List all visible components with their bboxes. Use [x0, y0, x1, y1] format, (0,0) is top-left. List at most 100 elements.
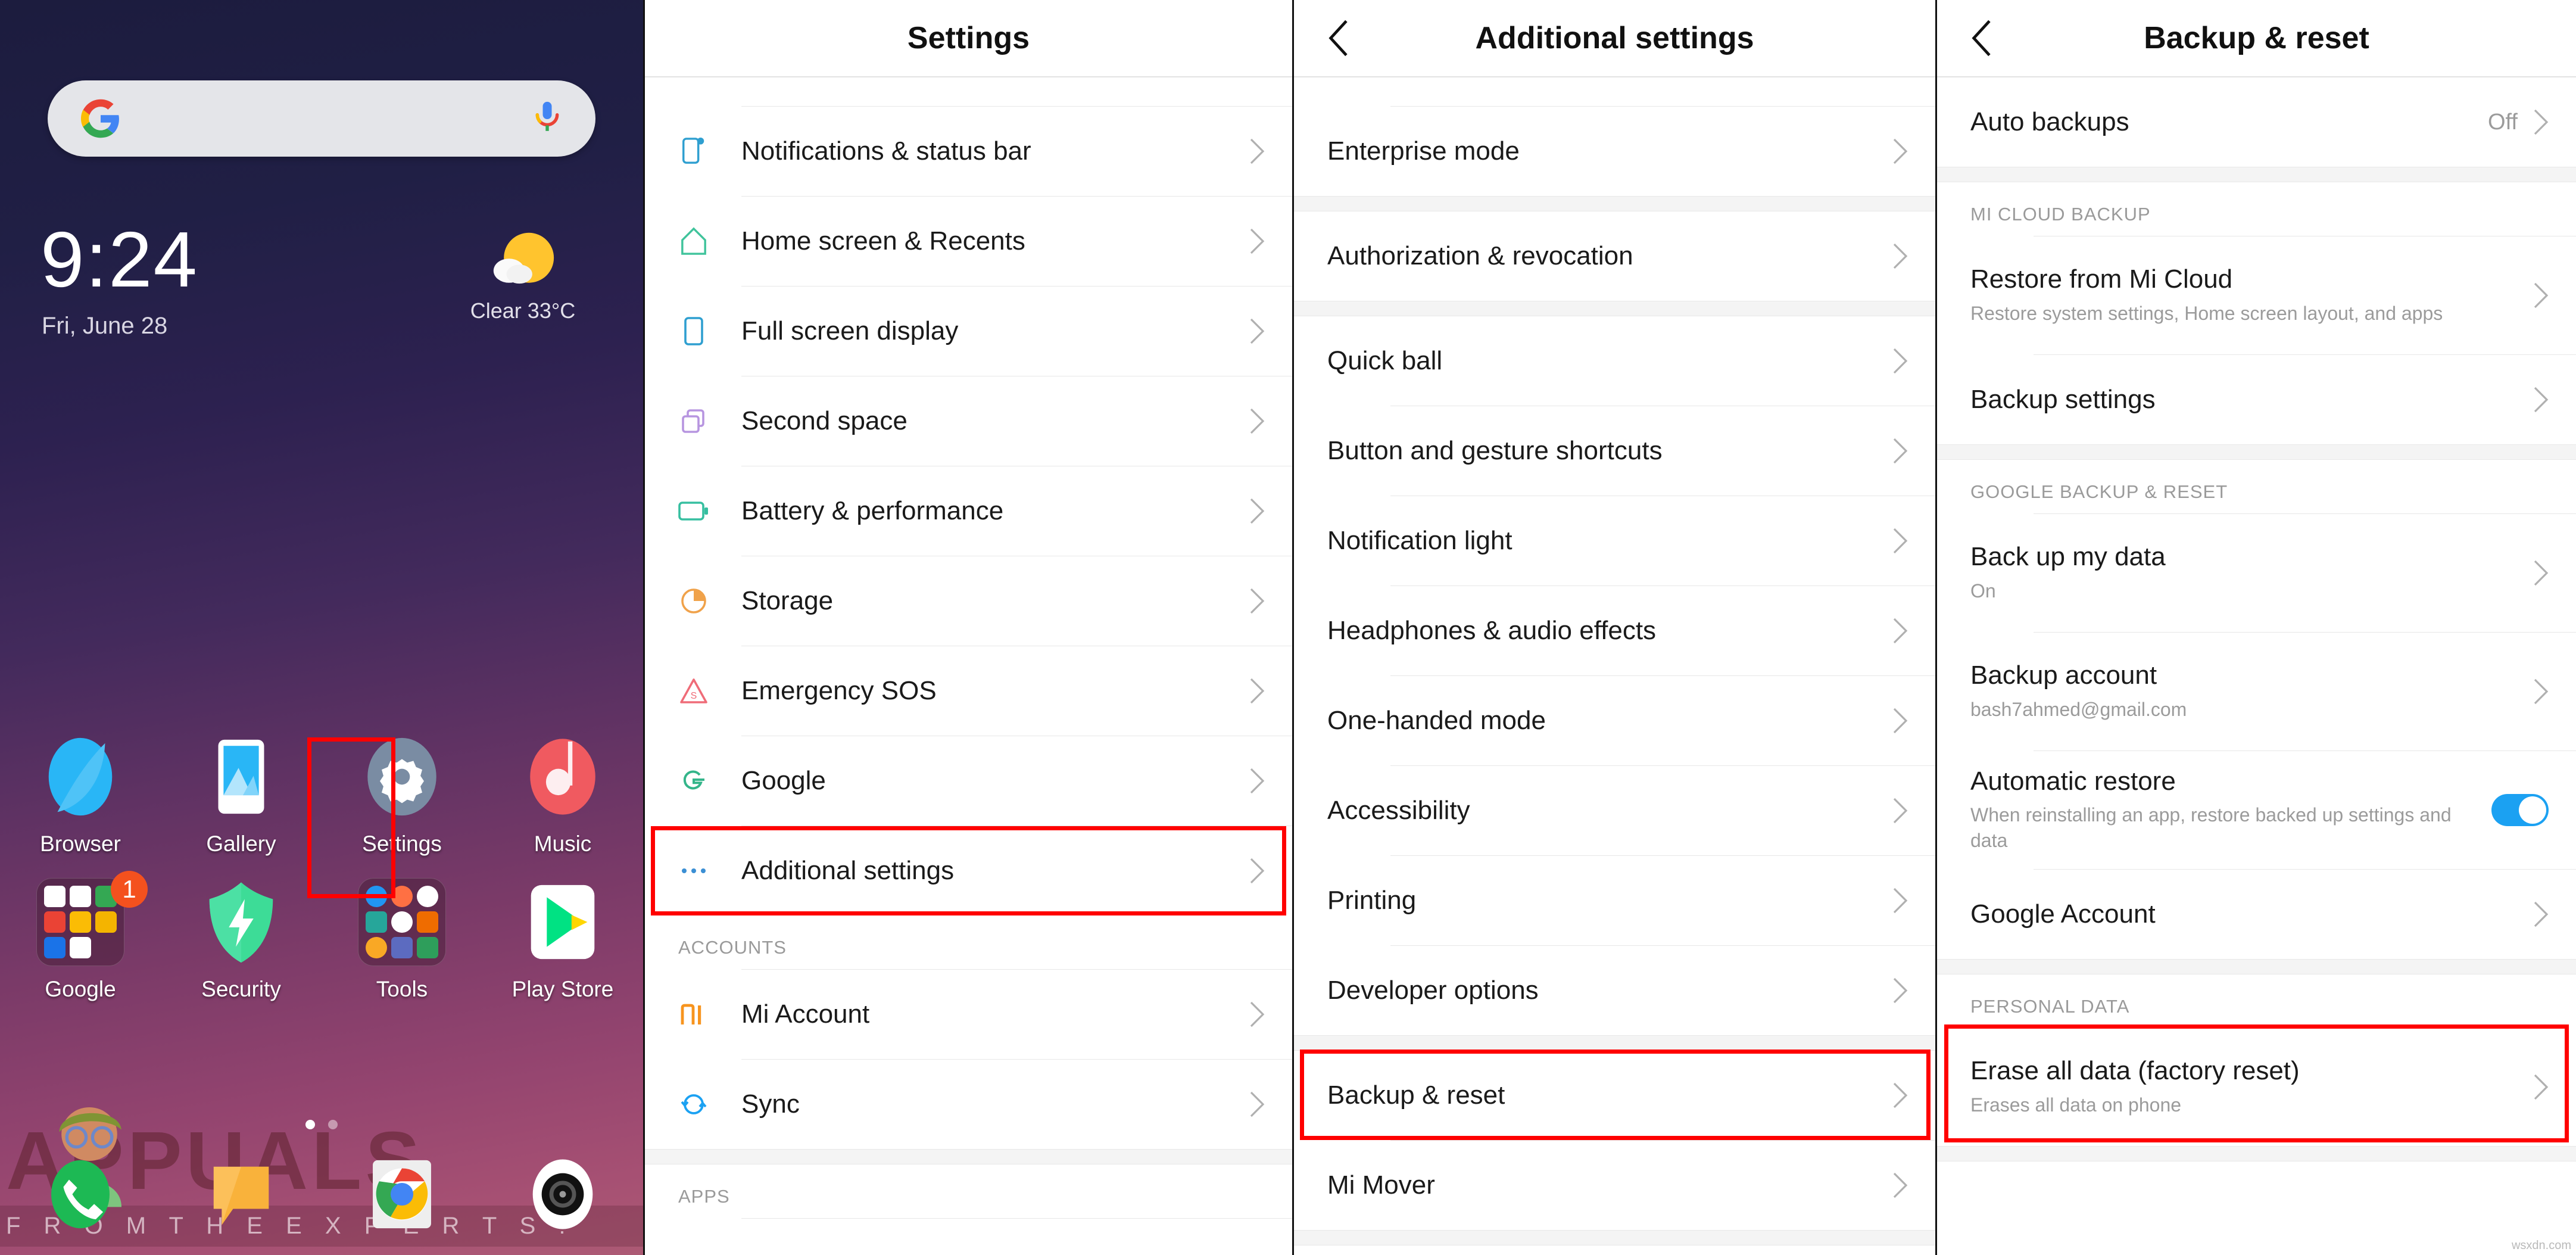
- row-button-gesture-shortcuts[interactable]: Button and gesture shortcuts: [1294, 406, 1935, 496]
- app-browser[interactable]: Browser: [0, 733, 161, 857]
- home-icon: [678, 226, 709, 257]
- row-label: Backup account: [1970, 661, 2157, 690]
- row-mi-mover[interactable]: Mi Mover: [1294, 1141, 1935, 1230]
- row-sublabel: bash7ahmed@gmail.com: [1970, 698, 2187, 720]
- page-indicator[interactable]: [0, 1120, 643, 1132]
- app-label: Browser: [40, 832, 121, 856]
- row-back-up-my-data[interactable]: Back up my data On: [1937, 514, 2576, 632]
- music-note-icon: [519, 733, 607, 821]
- row-quick-ball[interactable]: Quick ball: [1294, 316, 1935, 406]
- sidebar-item-emergency-sos[interactable]: S Emergency SOS: [645, 646, 1292, 736]
- sidebar-item-home-screen[interactable]: Home screen & Recents: [645, 197, 1292, 286]
- row-label: Erase all data (factory reset): [1970, 1056, 2300, 1086]
- notifications-icon: [678, 136, 709, 167]
- sidebar-item-sync[interactable]: Sync: [645, 1060, 1292, 1149]
- row-value: Off: [2488, 109, 2518, 135]
- google-mic-icon[interactable]: [532, 99, 562, 138]
- automatic-restore-toggle[interactable]: [2491, 794, 2549, 826]
- gallery-icon: [197, 733, 285, 821]
- row-developer-options[interactable]: Developer options: [1294, 946, 1935, 1035]
- back-chevron-icon[interactable]: [1327, 20, 1351, 57]
- app-play-store[interactable]: Play Store: [482, 878, 643, 1002]
- second-space-icon: [678, 406, 709, 437]
- chevron-right-icon: [2534, 678, 2549, 705]
- camera-icon[interactable]: [522, 1154, 603, 1235]
- row-backup-reset[interactable]: Backup & reset: [1294, 1051, 1935, 1140]
- row-restore-from-mi-cloud[interactable]: Restore from Mi Cloud Restore system set…: [1937, 236, 2576, 354]
- row-authorization-revocation[interactable]: Authorization & revocation: [1294, 211, 1935, 301]
- home-screen-panel: 9:24 Fri, June 28 Clear 33°C Browser Gal…: [0, 0, 643, 1255]
- page-dot-active[interactable]: [305, 1120, 315, 1129]
- row-label: One-handed mode: [1327, 705, 1546, 735]
- row-divider: [741, 1218, 1292, 1219]
- section-gap: [1294, 196, 1935, 211]
- row-label: Mi Mover: [1327, 1170, 1435, 1200]
- row-sublabel: Restore system settings, Home screen lay…: [1970, 302, 2443, 324]
- sun-behind-cloud-icon: [493, 232, 554, 284]
- backup-reset-list: Auto backups Off MI CLOUD BACKUP Restore…: [1937, 77, 2576, 1161]
- sidebar-item-additional-settings[interactable]: Additional settings: [645, 826, 1292, 915]
- google-g-icon: [678, 765, 709, 796]
- row-label: Automatic restore: [1970, 766, 2176, 796]
- row-printing[interactable]: Printing: [1294, 856, 1935, 945]
- phone-icon[interactable]: [40, 1154, 121, 1235]
- more-dots-icon: [678, 855, 709, 886]
- emergency-sos-icon: S: [678, 675, 709, 706]
- app-music[interactable]: Music: [482, 733, 643, 857]
- sidebar-item-mi-account[interactable]: Mi Account: [645, 970, 1292, 1059]
- storage-icon: [678, 586, 709, 616]
- chevron-right-icon: [1250, 858, 1265, 884]
- chevron-right-icon: [1250, 228, 1265, 254]
- app-google-folder[interactable]: 1 Google: [0, 871, 161, 1002]
- app-settings[interactable]: Settings: [322, 733, 482, 857]
- row-auto-backups[interactable]: Auto backups Off: [1937, 77, 2576, 167]
- row-one-handed-mode[interactable]: One-handed mode: [1294, 676, 1935, 765]
- sidebar-item-full-screen[interactable]: Full screen display: [645, 286, 1292, 376]
- battery-icon: [678, 496, 709, 527]
- google-search-bar[interactable]: [48, 80, 595, 157]
- row-automatic-restore[interactable]: Automatic restore When reinstalling an a…: [1937, 751, 2576, 869]
- weather-widget[interactable]: Clear 33°C: [434, 229, 612, 323]
- notification-badge: 1: [111, 871, 148, 908]
- row-backup-settings[interactable]: Backup settings: [1937, 355, 2576, 444]
- section-gap: [1294, 301, 1935, 316]
- sidebar-item-storage[interactable]: Storage: [645, 556, 1292, 646]
- chevron-right-icon: [1893, 977, 1908, 1004]
- row-backup-account[interactable]: Backup account bash7ahmed@gmail.com: [1937, 633, 2576, 750]
- tools-folder-icon: [358, 878, 446, 966]
- row-google-account[interactable]: Google Account: [1937, 870, 2576, 959]
- sidebar-item-battery[interactable]: Battery & performance: [645, 466, 1292, 556]
- row-label: Auto backups: [1970, 107, 2129, 136]
- dock: [0, 1154, 643, 1235]
- chevron-right-icon: [1893, 1082, 1908, 1108]
- row-enterprise-mode[interactable]: Enterprise mode: [1294, 107, 1935, 196]
- chevron-right-icon: [2534, 560, 2549, 586]
- sidebar-item-google[interactable]: Google: [645, 736, 1292, 826]
- settings-gear-icon: [358, 733, 446, 821]
- chrome-icon[interactable]: [361, 1154, 442, 1235]
- chevron-right-icon: [2534, 1074, 2549, 1100]
- google-g-logo-icon: [81, 99, 119, 138]
- messages-icon[interactable]: [201, 1154, 282, 1235]
- app-tools-folder[interactable]: Tools: [322, 878, 482, 1002]
- section-gap: [1937, 959, 2576, 974]
- row-label: Battery & performance: [741, 496, 1004, 525]
- additional-settings-list: Enterprise mode Authorization & revocati…: [1294, 107, 1935, 1245]
- fullscreen-icon: [678, 316, 709, 347]
- app-security[interactable]: Security: [161, 878, 322, 1002]
- chevron-right-icon: [2534, 901, 2549, 927]
- row-accessibility[interactable]: Accessibility: [1294, 766, 1935, 855]
- section-label-personal-data: PERSONAL DATA: [1970, 996, 2130, 1017]
- sidebar-item-second-space[interactable]: Second space: [645, 376, 1292, 466]
- partial-row-top: [645, 77, 1292, 106]
- row-headphones-audio-effects[interactable]: Headphones & audio effects: [1294, 586, 1935, 675]
- row-notification-light[interactable]: Notification light: [1294, 496, 1935, 586]
- page-dot[interactable]: [328, 1120, 338, 1129]
- back-chevron-icon[interactable]: [1970, 20, 1994, 57]
- weather-summary: Clear 33°C: [470, 298, 576, 323]
- chevron-right-icon: [1250, 138, 1265, 164]
- section-gap: [1937, 1146, 2576, 1161]
- sidebar-item-notifications[interactable]: Notifications & status bar: [645, 107, 1292, 196]
- row-erase-all-data[interactable]: Erase all data (factory reset) Erases al…: [1937, 1028, 2576, 1146]
- app-gallery[interactable]: Gallery: [161, 733, 322, 857]
